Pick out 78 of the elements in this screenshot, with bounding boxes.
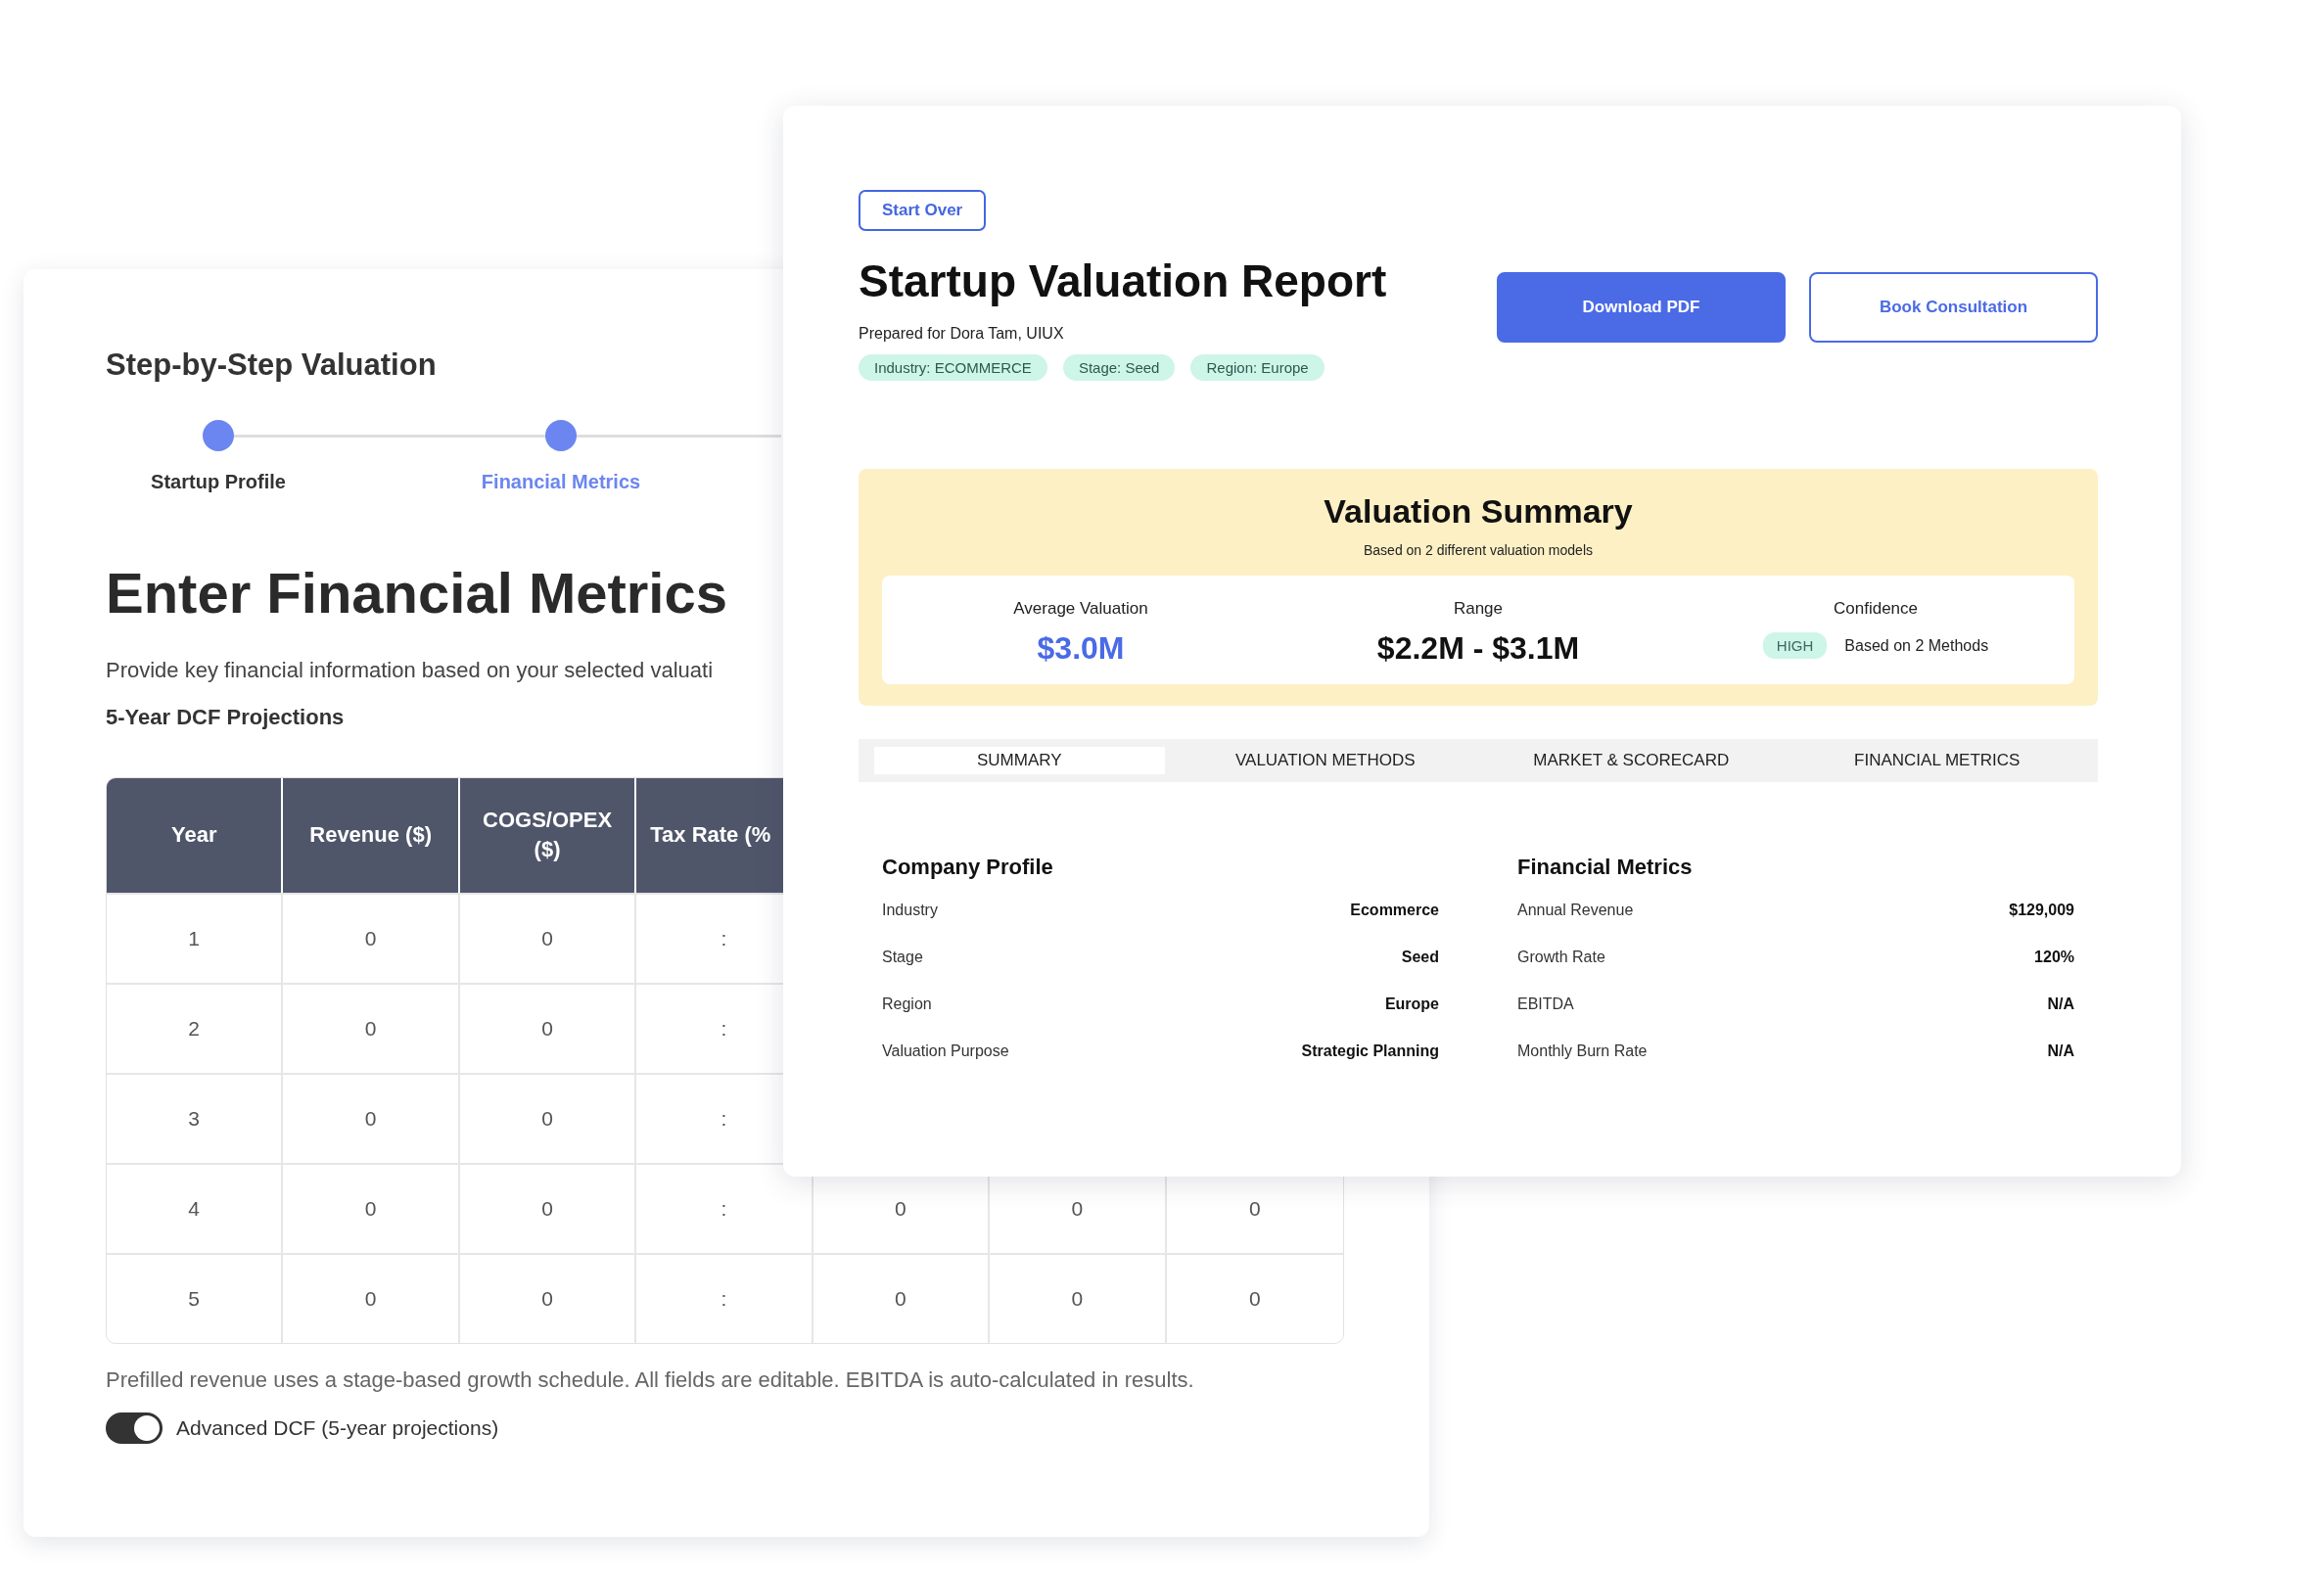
column-header: Revenue ($) [283,777,460,893]
column-header: Year [107,777,284,893]
tag: Region: Europe [1190,354,1325,381]
cell-value[interactable]: : [720,1016,727,1041]
tab[interactable]: SUMMARY [874,747,1165,774]
year-cell: 2 [188,1016,201,1041]
field-label: Monthly Burn Rate [1517,1042,1648,1061]
field-label: Growth Rate [1517,949,1605,967]
confidence-note: Based on 2 Methods [1844,636,1989,655]
year-cell: 1 [188,926,201,950]
field-label: EBITDA [1517,995,1574,1014]
step-dot [545,420,577,451]
page-heading: Enter Financial Metrics [106,562,727,625]
stat-value: $2.2M - $3.1M [1376,630,1580,667]
field-value: Ecommerce [1350,902,1439,920]
field-label: Valuation Purpose [882,1042,1009,1061]
field-label: Industry [882,902,938,920]
column-header: COGS/OPEX ($) [459,777,637,893]
table-title: 5-Year DCF Projections [106,704,345,730]
tag: Industry: ECOMMERCE [859,354,1047,381]
cell-value[interactable]: : [720,1196,727,1221]
cell-value[interactable]: 0 [895,1286,906,1311]
section-title: Financial Metrics [1517,855,1694,880]
cell-value[interactable]: 0 [541,1286,553,1311]
help-text: Prefilled revenue uses a stage-based growth schedule. All fields are editable. EBITDA is auto-calculated in results. [106,1366,1194,1393]
field-label: Stage [882,949,923,967]
field-value: Europe [1384,995,1439,1014]
download-button[interactable]: Download PDF [1497,272,1786,343]
stat-value: $3.0M [1037,630,1125,667]
tab[interactable]: MARKET & SCORECARD [1486,747,1777,774]
field-value: N/A [2047,995,2074,1014]
summary-subtitle: Based on 2 different valuation models [1363,542,1594,558]
confidence-badge: HIGH [1762,632,1828,659]
cell-value[interactable]: 0 [541,1196,553,1221]
step-dot [203,420,234,451]
report-title: Startup Valuation Report [859,255,1387,307]
stat-label: Average Valuation [1013,599,1148,619]
cell-value[interactable]: 0 [541,926,553,950]
stat-label: Confidence [1834,599,1918,619]
field-value: N/A [2047,1042,2074,1061]
wizard-title: Step-by-Step Valuation [106,347,437,383]
cell-value[interactable]: 0 [1071,1286,1084,1311]
year-cell: 4 [188,1196,201,1221]
step-label[interactable]: Startup Profile [151,471,286,493]
cell-value[interactable]: : [720,1106,727,1131]
stat-label: Range [1453,599,1504,619]
toggle-switch[interactable] [106,1412,163,1444]
field-label: Annual Revenue [1517,902,1634,920]
tag: Stage: Seed [1062,354,1176,381]
cell-value[interactable]: 0 [1248,1196,1261,1221]
cell-value[interactable]: 0 [364,1106,377,1131]
prepared-for-text: Prepared for Dora Tam, UIUX [859,325,1065,343]
summary-title: Valuation Summary [1323,492,1634,531]
cell-value[interactable]: 0 [541,1106,553,1131]
cell-value[interactable]: 0 [364,1016,377,1041]
field-value: Strategic Planning [1301,1042,1439,1061]
year-cell: 5 [188,1286,201,1311]
cell-value[interactable]: 0 [364,1286,377,1311]
field-value: $129,009 [2009,902,2074,920]
toggle-label: Advanced DCF (5-year projections) [176,1415,499,1440]
section-title: Company Profile [882,855,1054,880]
cell-value[interactable]: 0 [364,1196,377,1221]
cell-value[interactable]: : [720,1286,727,1311]
consultation-button[interactable]: Book Consultation [1809,272,2098,343]
cell-value[interactable]: 0 [541,1016,553,1041]
description-text: Provide key financial information based on your selected valuati [106,657,714,683]
cell-value[interactable]: 0 [364,926,377,950]
field-value: 120% [2034,949,2074,967]
cell-value[interactable]: 0 [1071,1196,1084,1221]
cell-value[interactable]: 0 [895,1196,906,1221]
tab[interactable]: FINANCIAL METRICS [1791,747,2082,774]
start-over-button[interactable]: Start Over [859,190,987,231]
tab[interactable]: VALUATION METHODS [1180,747,1470,774]
cell-value[interactable]: : [720,926,727,950]
cell-value[interactable]: 0 [1248,1286,1261,1311]
field-label: Region [882,995,932,1014]
year-cell: 3 [188,1106,201,1131]
field-value: Seed [1401,949,1439,967]
